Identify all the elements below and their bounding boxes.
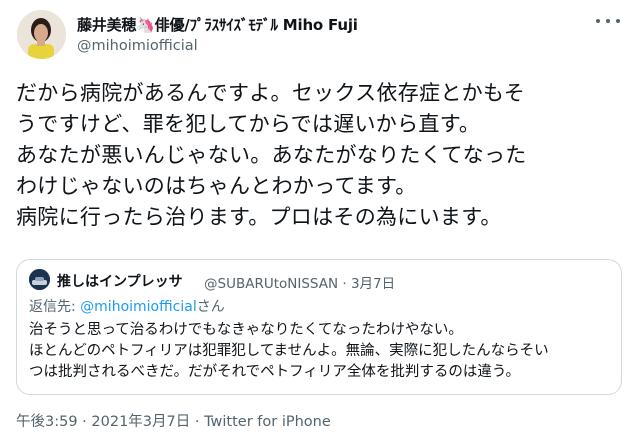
footer-separator: · (82, 414, 87, 430)
more-dot (606, 19, 610, 23)
quoted-separator: · (342, 276, 347, 292)
footer-separator: · (194, 414, 200, 430)
quoted-date[interactable]: 3月7日 (351, 276, 395, 292)
more-dot (596, 19, 600, 23)
tweet-footer: 午後3:59 · 2021年3月7日 · Twitter for iPhone (16, 410, 331, 431)
quoted-meta: @SUBARUtoNISSAN · 3月7日 (204, 272, 395, 292)
quoted-tweet[interactable]: 推しはインプレッサ @SUBARUtoNISSAN · 3月7日 返信先: @m… (16, 259, 622, 395)
author-handle[interactable]: @mihoimiofficial (77, 38, 198, 54)
more-horizontal-icon[interactable] (596, 14, 620, 28)
reply-context: 返信先: @mihoimiofficialさん (29, 296, 225, 316)
tweet-text: だから病院があるんですよ。セックス依存症とかもそ うですけど、罪を犯してからでは… (16, 81, 527, 229)
reply-suffix: さん (196, 299, 225, 315)
avatar[interactable] (17, 10, 66, 59)
tweet-source-link[interactable]: Twitter for iPhone (204, 414, 331, 430)
quoted-display-name[interactable]: 推しはインプレッサ (57, 271, 183, 291)
quoted-handle[interactable]: @SUBARUtoNISSAN (204, 276, 338, 292)
quoted-avatar[interactable] (29, 269, 50, 290)
more-dot (616, 19, 620, 23)
tweet-time[interactable]: 午後3:59 (16, 414, 78, 430)
tweet-date[interactable]: 2021年3月7日 (91, 414, 190, 430)
author-display-name[interactable]: 藤井美穂🦄俳優/ﾌﾟﾗｽｻｲｽﾞﾓﾃﾞﾙ Miho Fuji (77, 14, 358, 35)
tweet-card: 藤井美穂🦄俳優/ﾌﾟﾗｽｻｲｽﾞﾓﾃﾞﾙ Miho Fuji @mihoimio… (0, 0, 640, 435)
reply-prefix: 返信先: (29, 299, 81, 315)
reply-handle-link[interactable]: @mihoimiofficial (80, 299, 197, 315)
quoted-text: 治そうと思って治るわけでもなきゃなりたくてなったわけやない。 ほとんどのペトフィ… (29, 322, 549, 380)
